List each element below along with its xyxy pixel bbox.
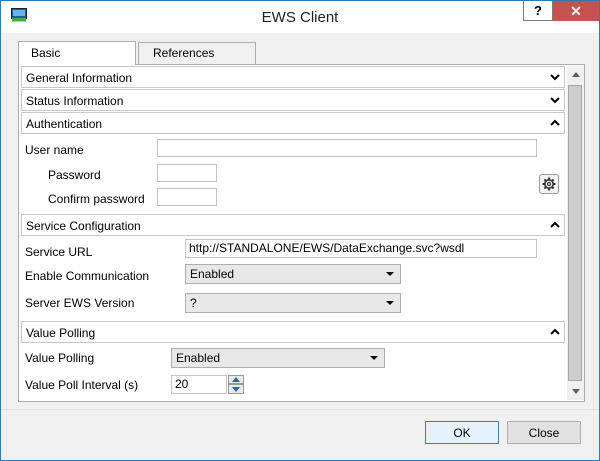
section-label: Service Configuration <box>26 219 141 233</box>
section-label: Value Polling <box>26 326 96 340</box>
section-label: Authentication <box>26 117 103 131</box>
scroll-down-button[interactable] <box>567 383 584 400</box>
interval-decrement-button[interactable] <box>228 384 244 394</box>
user-name-field[interactable] <box>157 139 537 157</box>
tab-panel-basic: General Information Status Information A… <box>18 64 585 402</box>
value-polling-label: Value Polling <box>25 351 95 365</box>
enable-communication-select[interactable]: Enabled <box>185 264 401 284</box>
server-ews-version-label: Server EWS Version <box>25 296 135 310</box>
server-ews-version-select[interactable]: ? <box>185 293 401 313</box>
section-label: General Information <box>26 71 133 85</box>
scroll-up-button[interactable] <box>567 66 584 83</box>
ok-button[interactable]: OK <box>425 421 499 444</box>
value-poll-interval-field[interactable]: 20 <box>171 375 227 394</box>
interval-increment-button[interactable] <box>228 375 244 384</box>
section-value-polling[interactable]: Value Polling <box>21 321 565 343</box>
section-label: Status Information <box>26 94 124 108</box>
window-close-button[interactable]: ✕ <box>553 1 599 21</box>
confirm-password-label: Confirm password <box>48 192 145 206</box>
select-value: Enabled <box>176 351 221 365</box>
arrow-down-icon <box>571 389 580 394</box>
password-field[interactable] <box>157 164 217 182</box>
chevron-down-icon <box>550 74 560 81</box>
dropdown-arrow-icon <box>386 301 394 305</box>
select-value: ? <box>190 296 197 310</box>
enable-communication-label: Enable Communication <box>25 269 150 283</box>
chevron-up-icon <box>550 119 560 126</box>
confirm-password-field[interactable] <box>157 188 217 206</box>
tab-references[interactable]: References <box>138 42 256 64</box>
section-authentication[interactable]: Authentication <box>21 112 565 134</box>
vertical-scrollbar[interactable] <box>567 66 584 400</box>
chevron-up-icon <box>550 221 560 228</box>
dropdown-arrow-icon <box>386 272 394 276</box>
section-general-information[interactable]: General Information <box>21 66 565 88</box>
arrow-up-icon <box>232 377 240 382</box>
title-bar[interactable]: EWS Client ? ✕ <box>1 1 599 33</box>
close-button[interactable]: Close <box>507 421 581 444</box>
value-polling-select[interactable]: Enabled <box>171 348 385 368</box>
password-label: Password <box>48 168 101 182</box>
select-value: Enabled <box>190 267 235 281</box>
ews-client-window: EWS Client ? ✕ Basic References General … <box>0 0 600 461</box>
window-title: EWS Client <box>261 9 339 26</box>
credentials-settings-button[interactable] <box>539 174 559 194</box>
footer-separator <box>1 409 599 410</box>
service-url-label: Service URL <box>25 245 93 259</box>
service-url-field[interactable]: http://STANDALONE/EWS/DataExchange.svc?w… <box>185 239 537 258</box>
gear-icon <box>542 177 556 191</box>
chevron-up-icon <box>550 328 560 335</box>
section-status-information[interactable]: Status Information <box>21 89 565 111</box>
section-service-configuration[interactable]: Service Configuration <box>21 214 565 236</box>
user-name-label: User name <box>25 143 84 157</box>
help-button[interactable]: ? <box>523 1 553 21</box>
tab-basic[interactable]: Basic <box>18 41 136 65</box>
chevron-down-icon <box>550 97 560 104</box>
scroll-thumb[interactable] <box>568 85 582 381</box>
arrow-up-icon <box>571 72 580 77</box>
dropdown-arrow-icon <box>370 356 378 360</box>
arrow-down-icon <box>232 386 240 392</box>
value-poll-interval-label: Value Poll Interval (s) <box>25 378 139 392</box>
